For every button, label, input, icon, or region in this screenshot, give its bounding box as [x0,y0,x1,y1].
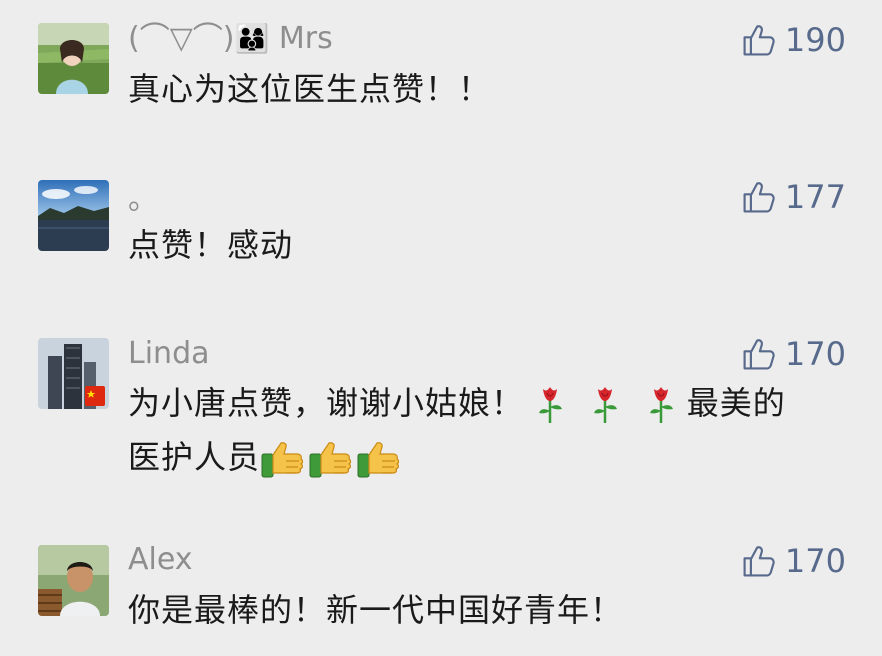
like-button[interactable]: 170 [741,336,846,372]
avatar[interactable] [38,23,109,94]
name-text: 。 [128,182,158,217]
comment-text: 点赞！感动 [128,218,848,272]
like-button[interactable]: 190 [741,22,846,58]
rose-icon [590,385,620,425]
avatar[interactable] [38,180,109,251]
name-suffix: Mrs [278,21,333,56]
comment-text-part: 为小唐点赞，谢谢小姑娘！ [128,384,525,422]
rose-icon [535,385,565,425]
name-text: (⌒▽⌒) [128,21,235,56]
family-emoji: 👨‍👩‍👦 [234,22,270,55]
commenter-name[interactable]: Linda [128,336,210,372]
name-text: Alex [128,542,193,577]
like-count: 190 [784,21,846,59]
name-text: Linda [128,336,210,371]
like-count: 170 [784,335,846,373]
comment-text: 为小唐点赞，谢谢小姑娘！ 最美的 医护人员 [128,376,848,484]
comment-text-body: 真心为这位医生点赞！！ [128,70,492,108]
thumbs-up-icon [741,543,777,579]
like-count: 170 [784,542,846,580]
comment-text: 你是最棒的！新一代中国好青年！ [128,583,848,637]
thumbs-up-icon [741,22,777,58]
comment-text-part: 医护人员 [128,438,261,476]
commenter-name[interactable]: Alex [128,542,193,578]
commenter-name[interactable]: 。 [128,182,158,218]
thumbs-up-emoji-icon [260,439,304,479]
comment-text-part: 最美的 [686,384,786,422]
thumbs-up-emoji-icon [356,439,400,479]
thumbs-up-icon [741,179,777,215]
thumbs-up-emoji-icon [308,439,352,479]
rose-icon [646,385,676,425]
avatar[interactable] [38,545,109,616]
comment-text-body: 点赞！感动 [128,226,294,264]
like-button[interactable]: 170 [741,543,846,579]
commenter-name[interactable]: (⌒▽⌒)👨‍👩‍👦 Mrs [128,21,333,57]
thumbs-up-icon [741,336,777,372]
avatar[interactable] [38,338,109,409]
comment-text: 真心为这位医生点赞！！ [128,62,848,116]
like-button[interactable]: 177 [741,179,846,215]
comment-text-body: 你是最棒的！新一代中国好青年！ [128,591,624,629]
like-count: 177 [784,178,846,216]
